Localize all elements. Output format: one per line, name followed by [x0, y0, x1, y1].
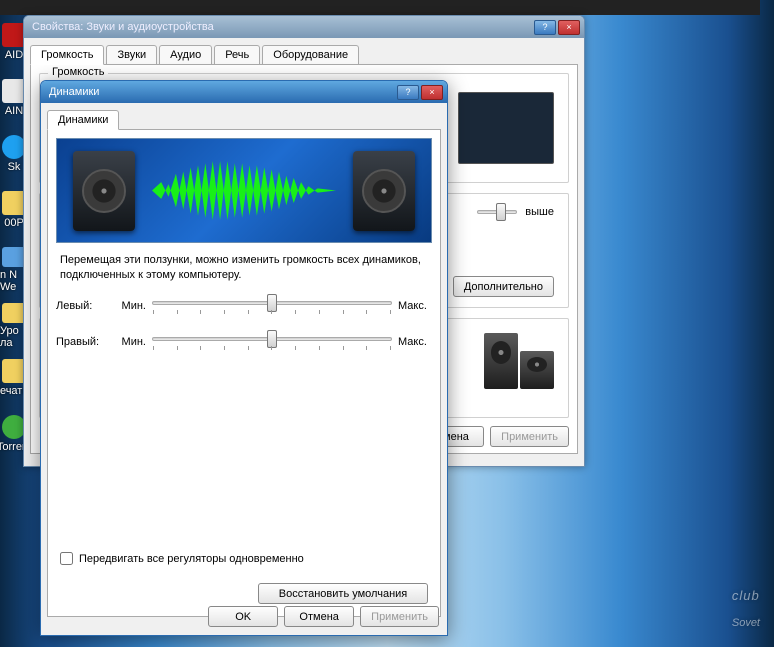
tab-voice[interactable]: Речь — [214, 45, 260, 65]
device-image — [458, 92, 554, 164]
move-all-checkbox[interactable] — [60, 552, 73, 565]
left-speaker-image — [73, 151, 135, 231]
cancel-button[interactable]: Отмена — [284, 606, 354, 627]
advanced-button[interactable]: Дополнительно — [453, 276, 554, 297]
speaker-icon — [484, 333, 554, 389]
restore-defaults-button[interactable]: Восстановить умолчания — [258, 583, 428, 604]
tab-speakers[interactable]: Динамики — [47, 110, 119, 130]
right-label: Правый: — [56, 336, 114, 348]
tab-volume[interactable]: Громкость — [30, 45, 104, 65]
window-title: Динамики — [49, 86, 99, 98]
left-channel-row: Левый: Мин. Макс. — [56, 293, 432, 319]
tab-audio[interactable]: Аудио — [159, 45, 212, 65]
dialog-buttons: OK Отмена Применить — [208, 606, 439, 627]
close-button[interactable]: × — [421, 85, 443, 100]
ok-button[interactable]: OK — [208, 606, 278, 627]
min-label: Мин. — [114, 300, 152, 312]
apply-button[interactable]: Применить — [360, 606, 439, 627]
help-button[interactable]: ? — [534, 20, 556, 35]
left-label: Левый: — [56, 300, 114, 312]
master-volume-slider[interactable] — [477, 210, 517, 214]
tabs: Динамики — [41, 103, 447, 129]
max-label: Макс. — [392, 300, 432, 312]
soundwave-icon — [152, 159, 336, 222]
right-channel-row: Правый: Мин. Макс. — [56, 329, 432, 355]
tabs: Громкость Звуки Аудио Речь Оборудование — [24, 38, 584, 64]
checkbox-label: Передвигать все регуляторы одновременно — [79, 553, 304, 565]
slider-high-label: выше — [525, 206, 554, 218]
tab-hardware[interactable]: Оборудование — [262, 45, 359, 65]
titlebar[interactable]: Динамики ? × — [41, 81, 447, 103]
description-text: Перемещая эти ползунки, можно изменить г… — [60, 253, 428, 283]
max-label: Макс. — [392, 336, 432, 348]
tab-sounds[interactable]: Звуки — [106, 45, 157, 65]
right-speaker-image — [353, 151, 415, 231]
window-title: Свойства: Звуки и аудиоустройства — [32, 21, 214, 33]
watermark: club Sovet — [732, 592, 760, 633]
min-label: Мин. — [114, 336, 152, 348]
move-all-checkbox-row[interactable]: Передвигать все регуляторы одновременно — [60, 552, 428, 565]
right-volume-slider[interactable] — [152, 337, 392, 341]
apply-button[interactable]: Применить — [490, 426, 569, 447]
help-button[interactable]: ? — [397, 85, 419, 100]
groupbox-legend: Громкость — [48, 66, 108, 78]
speakers-dialog: Динамики ? × Динамики Перемещая эти полз… — [40, 80, 448, 636]
left-volume-slider[interactable] — [152, 301, 392, 305]
speakers-panel: Перемещая эти ползунки, можно изменить г… — [47, 129, 441, 617]
top-strip — [0, 0, 760, 15]
titlebar[interactable]: Свойства: Звуки и аудиоустройства ? × — [24, 16, 584, 38]
close-button[interactable]: × — [558, 20, 580, 35]
speaker-banner — [56, 138, 432, 243]
